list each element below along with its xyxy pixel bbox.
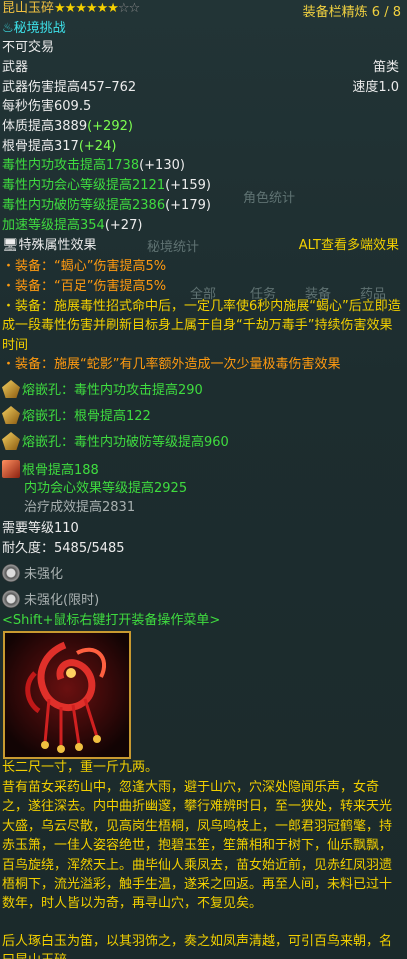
bg-secret-stats: 秘境统计 [147, 240, 200, 255]
green-stat-line: 加速等级提高354(+27) [2, 218, 143, 233]
menu-hint: <Shift+鼠标右键打开装备操作菜单> [2, 613, 221, 628]
enchant-line: 根骨提高188 [2, 460, 99, 480]
flask-icon: ♨ [2, 21, 14, 36]
weapon-dps: 每秒伤害609.5 [2, 99, 92, 114]
socket-line: 熔嵌孔：根骨提高122 [2, 406, 151, 426]
green-stat-line: 毒性内功会心等级提高2121(+159) [2, 178, 211, 193]
strengthen-line: 未强化(限时) [2, 590, 99, 610]
special-effects-header: 🖥特殊属性效果 [2, 238, 97, 253]
gem-icon [2, 406, 20, 424]
socket-line: 熔嵌孔：毒性内功破防等级提高960 [2, 432, 229, 452]
alt-hint: ALT查看多端效果 [298, 238, 399, 253]
durability: 耐久度：5485/5485 [2, 541, 125, 556]
gem-icon [2, 380, 20, 398]
weapon-damage: 武器伤害提高457–762 [2, 80, 137, 95]
weapon-speed: 速度1.0 [352, 80, 399, 95]
gem-icon [2, 432, 20, 450]
item-image [3, 631, 131, 759]
trade-status: 不可交易 [2, 40, 55, 55]
item-lore: 昔有苗女采药山中，忽逢大雨，避于山穴，穴深处隐闻乐声，女奇之，遂往深去。内中曲折… [2, 780, 393, 912]
effect-line: ・装备：施展“蛇影”有几率额外造成一次少量极毒伤害效果 [2, 357, 341, 372]
enchant-line: 内功会心效果等级提高2925 [24, 481, 188, 496]
strengthen-line: 未强化 [2, 564, 63, 584]
green-stat-line: 毒性内功攻击提高1738(+130) [2, 158, 185, 173]
green-stat-line: 毒性内功破防等级提高2386(+179) [2, 198, 211, 213]
gear-icon [2, 590, 20, 608]
enchant-line-inactive: 治疗成效提高2831 [24, 500, 136, 515]
effect-paragraph: ・装备：施展毒性招式命中后，一定几率使6秒内施展“蝎心”后立即造成一段毒性伤害并… [2, 299, 401, 353]
phoenix-flute-icon [5, 633, 129, 757]
item-title-row: 昆山玉碎★★★★★★☆☆ [2, 0, 140, 18]
item-name: 昆山玉碎 [2, 1, 55, 16]
item-subtype: 笛类 [372, 60, 399, 75]
item-tooltip: 角色统计 秘境统计 全部 任务 装备 药品 昆山玉碎★★★★★★☆☆ 装备栏精炼… [0, 0, 407, 959]
effect-line: ・装备：“蝎心”伤害提高5% [2, 259, 167, 274]
stat-line: 根骨提高317(+24) [2, 139, 117, 154]
refine-level: 装备栏精炼 6 / 8 [302, 5, 401, 20]
gear-icon [2, 564, 20, 582]
item-lore-ending: 后人琢白玉为笛，以其羽饰之，奏之如凤声清越，可引百鸟来朝，名曰昆山玉碎。 [2, 934, 393, 959]
stat-line: 体质提高3889(+292) [2, 119, 133, 134]
item-length-weight: 长二尺一寸，重一斤九两。 [2, 760, 159, 775]
required-level: 需要等级110 [2, 521, 79, 536]
item-type: 武器 [2, 60, 29, 75]
socket-line: 熔嵌孔：毒性内功攻击提高290 [2, 380, 203, 400]
monitor-icon: 🖥 [2, 238, 19, 253]
bg-role-stats: 角色统计 [243, 191, 296, 206]
star-rating: ★★★★★★☆☆ [54, 1, 140, 16]
item-category: ♨秘境挑战 [2, 21, 66, 36]
enchant-icon [2, 460, 20, 478]
effect-line: ・装备：“百足”伤害提高5% [2, 279, 167, 294]
